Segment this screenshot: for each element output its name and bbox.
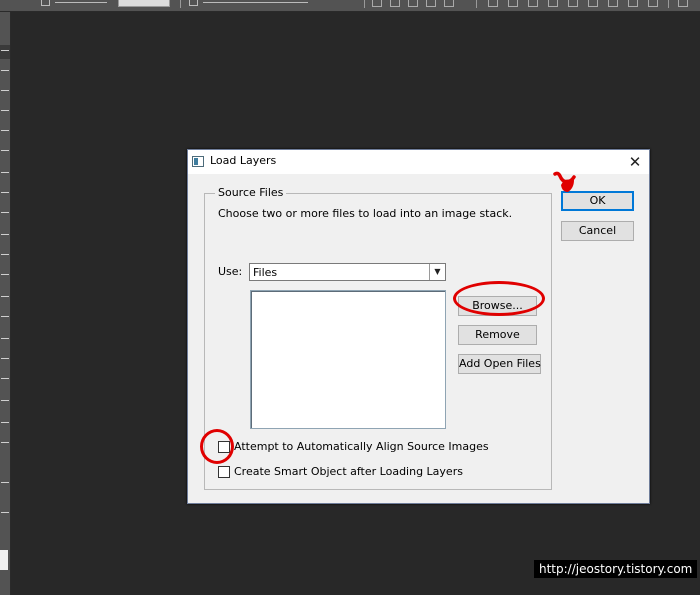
tools-panel [0,12,11,595]
browse-button[interactable]: Browse... [458,296,537,316]
ok-arrow-mark [553,171,576,192]
dialog-titlebar[interactable]: Load Layers ✕ [188,150,649,174]
options-checkbox[interactable] [41,0,50,6]
stamp-tool-icon[interactable] [1,212,9,217]
marquee-tool-icon[interactable] [1,70,9,75]
type-tool-icon[interactable] [1,358,9,363]
shape-tool-icon[interactable] [1,400,9,405]
options-separator-2 [364,0,365,8]
healing-tool-icon[interactable] [1,172,9,177]
options-bar [0,0,700,12]
foreground-color-swatch[interactable] [0,550,8,570]
dodge-tool-icon[interactable] [1,316,9,321]
align-icon[interactable] [444,0,454,7]
align-source-images-label: Attempt to Automatically Align Source Im… [234,440,489,453]
distribute-icon[interactable] [528,0,538,7]
options-separator-3 [476,0,477,8]
watermark-url: http://jeostory.tistory.com [534,560,698,578]
photoshop-app-icon [192,156,204,167]
source-files-group: Source Files Choose two or more files to… [204,186,552,490]
align-icon[interactable] [390,0,400,7]
align-icon[interactable] [408,0,418,7]
dialog-title: Load Layers [210,154,277,167]
load-layers-dialog: Load Layers ✕ Source Files Choose two or… [187,149,650,504]
pen-tool-icon[interactable] [1,338,9,343]
lasso-tool-icon[interactable] [1,90,9,95]
eraser-tool-icon[interactable] [1,254,9,259]
options-label-2 [203,0,308,3]
source-files-list[interactable] [250,290,446,429]
quick-select-tool-icon[interactable] [1,110,9,115]
use-dropdown-value: Files [253,266,278,279]
remove-button[interactable]: Remove [458,325,537,345]
options-dropdown[interactable] [118,0,170,7]
align-icon[interactable] [372,0,382,7]
align-icon[interactable] [426,0,436,7]
distribute-icon[interactable] [648,0,658,7]
chevron-down-icon[interactable]: ▼ [429,264,445,280]
add-open-files-button[interactable]: Add Open Files [458,354,541,374]
source-files-description: Choose two or more files to load into an… [218,207,513,220]
brush-tool-icon[interactable] [1,192,9,197]
smart-object-label: Create Smart Object after Loading Layers [234,465,463,478]
options-label [55,0,107,3]
options-separator [180,0,181,8]
history-brush-tool-icon[interactable] [1,234,9,239]
use-dropdown[interactable]: Files ▼ [249,263,446,281]
distribute-icon[interactable] [548,0,558,7]
auto-align-icon[interactable] [678,0,688,7]
close-icon[interactable]: ✕ [625,152,645,172]
source-files-legend: Source Files [215,186,287,199]
distribute-icon[interactable] [568,0,578,7]
distribute-icon[interactable] [628,0,638,7]
crop-tool-icon[interactable] [1,130,9,135]
distribute-icon[interactable] [488,0,498,7]
options-checkbox-2[interactable] [189,0,198,6]
move-tool-icon[interactable] [1,50,9,55]
distribute-icon[interactable] [508,0,518,7]
cancel-button[interactable]: Cancel [561,221,634,241]
path-select-tool-icon[interactable] [1,378,9,383]
more-tools-icon[interactable] [1,482,9,487]
options-separator-4 [668,0,669,8]
align-source-images-checkbox[interactable] [218,441,230,453]
hand-tool-icon[interactable] [1,422,9,427]
eyedropper-tool-icon[interactable] [1,150,9,155]
distribute-icon[interactable] [588,0,598,7]
swap-colors-icon[interactable] [1,512,9,517]
zoom-tool-icon[interactable] [1,442,9,447]
smart-object-checkbox[interactable] [218,466,230,478]
distribute-icon[interactable] [608,0,618,7]
use-label: Use: [218,265,243,278]
blur-tool-icon[interactable] [1,296,9,301]
gradient-tool-icon[interactable] [1,274,9,279]
